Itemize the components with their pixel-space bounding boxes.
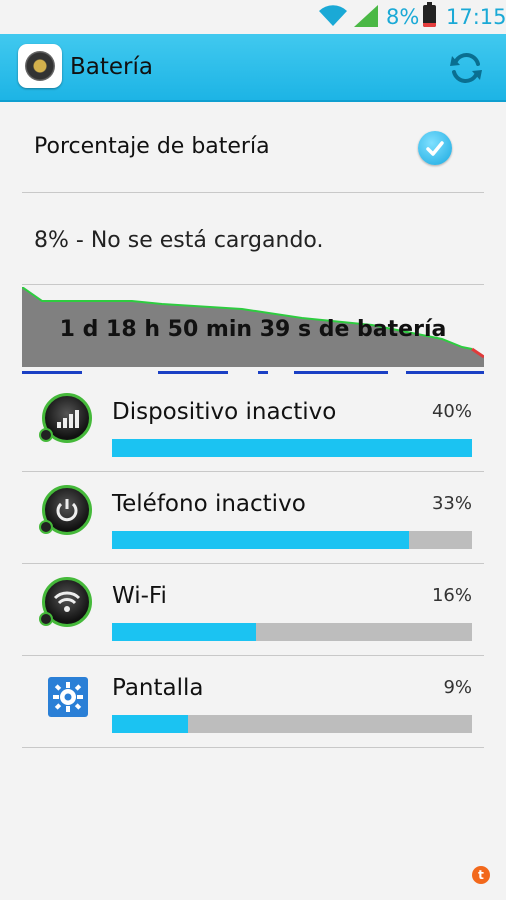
usage-item-percent: 33% bbox=[431, 493, 472, 514]
usage-bar bbox=[112, 439, 472, 457]
awake-bar-1 bbox=[22, 371, 82, 374]
clock: 17:15 bbox=[446, 5, 506, 29]
usage-item-percent: 40% bbox=[431, 401, 472, 422]
usage-bar-fill bbox=[112, 715, 188, 733]
awake-bar-5 bbox=[406, 371, 484, 374]
signal-icon bbox=[354, 5, 378, 27]
usage-bar bbox=[112, 623, 472, 641]
usage-bar-fill bbox=[112, 439, 472, 457]
divider bbox=[22, 284, 484, 285]
awake-bar-2 bbox=[158, 371, 228, 374]
signal-bars-icon bbox=[39, 391, 96, 451]
battery-duration-label: 1 d 18 h 50 min 39 s de batería bbox=[59, 317, 447, 342]
battery-app-icon[interactable] bbox=[18, 44, 62, 88]
usage-item-percent: 16% bbox=[431, 585, 472, 606]
notification-badge-icon[interactable]: t bbox=[472, 866, 490, 884]
wifi-icon bbox=[319, 5, 347, 26]
battery-percentage-setting[interactable]: Porcentaje de batería bbox=[22, 104, 484, 193]
usage-bar bbox=[112, 531, 472, 549]
usage-item-name: Pantalla bbox=[112, 675, 204, 701]
battery-percent-text: 8% bbox=[386, 5, 420, 29]
usage-bar bbox=[112, 715, 472, 733]
battery-percentage-label: Porcentaje de batería bbox=[34, 134, 270, 159]
awake-bar-4 bbox=[294, 371, 388, 374]
usage-item-telefono-inactivo[interactable]: Teléfono inactivo 33% bbox=[22, 471, 484, 564]
settings-gear-icon bbox=[40, 667, 96, 727]
action-bar: Batería bbox=[0, 34, 506, 102]
battery-icon bbox=[423, 2, 436, 27]
awake-bar-3 bbox=[258, 371, 268, 374]
usage-item-name: Teléfono inactivo bbox=[112, 491, 306, 517]
battery-history-graph[interactable]: 1 d 18 h 50 min 39 s de batería bbox=[21, 286, 485, 379]
usage-item-dispositivo-inactivo[interactable]: Dispositivo inactivo 40% bbox=[22, 379, 484, 472]
page-title: Batería bbox=[70, 54, 153, 80]
battery-percentage-checkbox[interactable] bbox=[418, 131, 452, 165]
usage-bar-fill bbox=[112, 531, 409, 549]
status-bar: 8% 17:15 bbox=[0, 0, 506, 34]
usage-item-percent: 9% bbox=[443, 677, 472, 698]
refresh-icon[interactable] bbox=[448, 50, 484, 86]
usage-item-pantalla[interactable]: Pantalla 9% bbox=[22, 655, 484, 748]
checkmark-icon bbox=[426, 141, 444, 156]
usage-bar-fill bbox=[112, 623, 256, 641]
usage-item-wi-fi[interactable]: Wi-Fi 16% bbox=[22, 563, 484, 656]
wifi-icon bbox=[39, 575, 96, 635]
usage-item-name: Dispositivo inactivo bbox=[112, 399, 337, 425]
usage-item-name: Wi-Fi bbox=[112, 583, 167, 609]
battery-status-text: 8% - No se está cargando. bbox=[34, 228, 324, 253]
power-icon bbox=[39, 483, 96, 543]
